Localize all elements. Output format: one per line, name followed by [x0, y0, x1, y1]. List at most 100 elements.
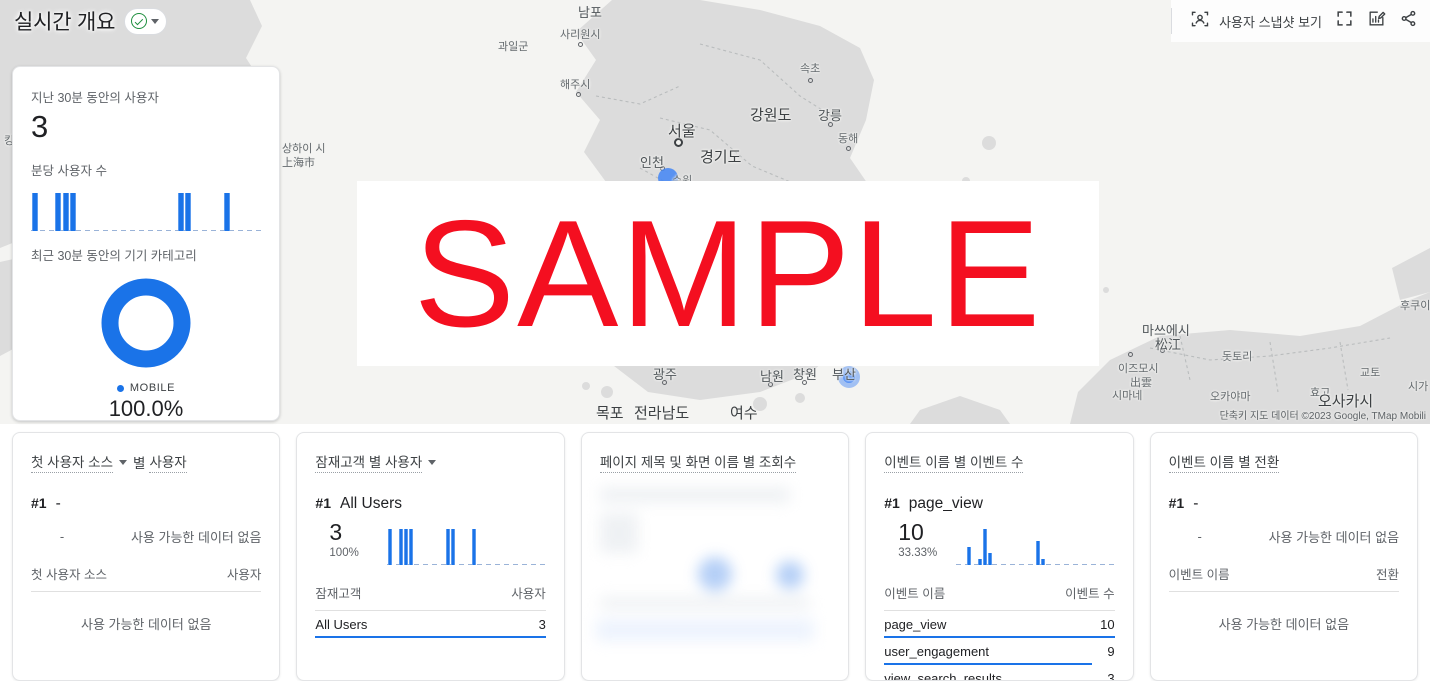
- metric-cards-row: 첫 사용자 소스 별 사용자 #1- - 사용 가능한 데이터 없음 첫 사용자 소스 사용자…: [0, 432, 1430, 681]
- header-actions: 사용자 스냅샷 보기: [1171, 0, 1430, 42]
- sparkline-bar: [967, 547, 972, 565]
- map-dot-haeju: [576, 92, 581, 97]
- donut-legend: MOBILE: [116, 382, 175, 394]
- column-header-dimension: 잠재고객: [315, 587, 362, 601]
- donut-chart: [101, 278, 191, 368]
- realtime-users-card: 지난 30분 동안의 사용자 3 분당 사용자 수 최근 30분 동안의 기기 …: [12, 66, 280, 421]
- row-value: 9: [1107, 644, 1115, 659]
- sparkline-bar: [1035, 541, 1040, 565]
- share-button[interactable]: [1392, 5, 1424, 37]
- table-empty-message: 사용 가능한 데이터 없음: [1218, 617, 1350, 632]
- sparkline-bar: [445, 529, 450, 565]
- sparkline-bar: [409, 529, 414, 565]
- users-per-minute-sparkline: [31, 185, 261, 232]
- rank-item-name: -: [55, 495, 61, 512]
- card-title-dimension[interactable]: 잠재고객 별 사용자: [315, 451, 423, 473]
- table-header: 잠재고객 사용자: [315, 583, 546, 611]
- column-header-dimension: 이벤트 이름: [884, 587, 946, 601]
- rank-item-name: All Users: [339, 495, 402, 512]
- placeholder-line: [599, 487, 790, 503]
- users-30min-label: 지난 30분 동안의 사용자: [31, 91, 159, 105]
- insights-button[interactable]: [1360, 5, 1392, 37]
- map-dot-donghae: [846, 146, 851, 151]
- table-header: 이벤트 이름 이벤트 수: [884, 583, 1115, 611]
- placeholder-band: [595, 619, 814, 641]
- metric-percent: 100%: [329, 547, 359, 560]
- sparkline-bar: [988, 553, 993, 565]
- page-title: 실시간 개요: [14, 11, 116, 34]
- card-title: 이벤트 이름 별 이벤트 수: [884, 451, 1114, 473]
- column-header-metric: 전환: [1376, 568, 1400, 582]
- card-rank-line: #1-: [1169, 495, 1399, 513]
- sparkline-bar: [388, 529, 393, 565]
- share-icon: [1399, 9, 1418, 33]
- column-header-metric: 사용자: [226, 568, 262, 582]
- card-title: 이벤트 이름 별 전환: [1168, 451, 1399, 473]
- table-row[interactable]: All Users 3: [315, 611, 546, 638]
- card-metric-block: 10 33.33%: [884, 519, 1115, 565]
- metric-card: 첫 사용자 소스 별 사용자 #1- - 사용 가능한 데이터 없음 첫 사용자 소스 사용자…: [12, 432, 281, 681]
- placeholder-blob: [697, 557, 732, 591]
- placeholder-line: [599, 597, 810, 609]
- row-label: page_view: [884, 617, 947, 632]
- column-header-metric: 사용자: [511, 587, 546, 601]
- card-title-dimension[interactable]: 첫 사용자 소스: [31, 451, 114, 473]
- metric-values: 10 33.33%: [884, 519, 956, 559]
- rank-item-name: -: [1193, 495, 1199, 512]
- sparkline-bar: [177, 193, 184, 232]
- table-header: 이벤트 이름 전환: [1168, 564, 1400, 592]
- chevron-down-icon[interactable]: [151, 18, 160, 24]
- card-title-dimension[interactable]: 페이지 제목 및 화면 이름 별 조회수: [599, 451, 797, 473]
- card-metric-block: 3 100%: [315, 519, 546, 565]
- metric-values: 3 100%: [315, 519, 387, 559]
- users-30min-value: 3: [31, 109, 49, 144]
- column-header-dimension: 이벤트 이름: [1168, 568, 1230, 582]
- table-header: 첫 사용자 소스 사용자: [31, 564, 262, 592]
- card-title-dimension[interactable]: 사용자: [149, 451, 187, 473]
- sparkline-bar: [185, 193, 192, 232]
- sparkline-bar: [54, 193, 61, 232]
- card-no-data-row: - 사용 가능한 데이터 없음: [1169, 527, 1399, 546]
- map-dot-sariwon: [578, 42, 583, 47]
- no-data-text: 사용 가능한 데이터 없음: [130, 530, 262, 545]
- sparkline-bar: [62, 193, 69, 232]
- card-title-dimension[interactable]: 이벤트 이름 별 전환: [1168, 451, 1280, 473]
- metric-card: 이벤트 이름 별 전환 #1- - 사용 가능한 데이터 없음이벤트 이름 전환사용 가…: [1149, 432, 1419, 681]
- device-category-label: 최근 30분 동안의 기기 카테고리: [31, 249, 197, 264]
- user-snapshot-icon: [1190, 9, 1210, 34]
- realtime-overview-page: 남포사리원시과일군해주시속초강원도강릉동해서울인천경기도수원상하이 시上海市광주…: [0, 0, 1430, 681]
- sparkline-bar: [472, 529, 477, 565]
- active-user-marker-busan-core[interactable]: [843, 371, 855, 383]
- card-no-data-row: - 사용 가능한 데이터 없음: [31, 527, 262, 546]
- map-dot-gangneung: [828, 122, 833, 127]
- status-badge[interactable]: [124, 7, 168, 35]
- map-dot-izumo: [1128, 352, 1133, 357]
- sparkline-bar: [983, 529, 988, 565]
- chevron-down-icon[interactable]: [428, 459, 437, 465]
- column-header-dimension: 첫 사용자 소스: [31, 568, 107, 582]
- row-value: 10: [1100, 617, 1115, 632]
- sparkline-bar: [451, 529, 456, 565]
- card-rank-line: #1 All Users: [315, 495, 545, 513]
- card-title-connector: 별: [133, 456, 146, 471]
- sparkline-bar: [977, 559, 982, 565]
- fullscreen-button[interactable]: [1328, 5, 1360, 37]
- sparkline-bar: [403, 529, 408, 565]
- view-user-snapshot-button[interactable]: 사용자 스냅샷 보기: [1184, 5, 1328, 38]
- table-row[interactable]: view_search_results 3: [884, 665, 1114, 680]
- table-row[interactable]: user_engagement 9: [884, 638, 1115, 665]
- metric-card: 이벤트 이름 별 이벤트 수 #1 page_view 10 33.33% 이벤트 이름 이…: [865, 432, 1134, 681]
- rank-index: #1: [884, 495, 900, 511]
- check-circle-icon: [131, 13, 148, 29]
- chart-edit-icon: [1367, 9, 1386, 33]
- chevron-down-icon[interactable]: [119, 459, 128, 465]
- card-title: 페이지 제목 및 화면 이름 별 조회수: [599, 451, 830, 473]
- card-rank-line: #1-: [31, 495, 261, 513]
- sparkline-bar: [31, 193, 38, 232]
- card-title-dimension[interactable]: 이벤트 이름 별 이벤트 수: [884, 451, 1024, 473]
- map-dot-namwon: [768, 382, 773, 387]
- table-empty-message: 사용 가능한 데이터 없음: [80, 617, 212, 632]
- legend-color-swatch: [116, 384, 124, 392]
- no-data-dash: -: [1197, 529, 1202, 544]
- table-row[interactable]: page_view 10: [884, 611, 1115, 638]
